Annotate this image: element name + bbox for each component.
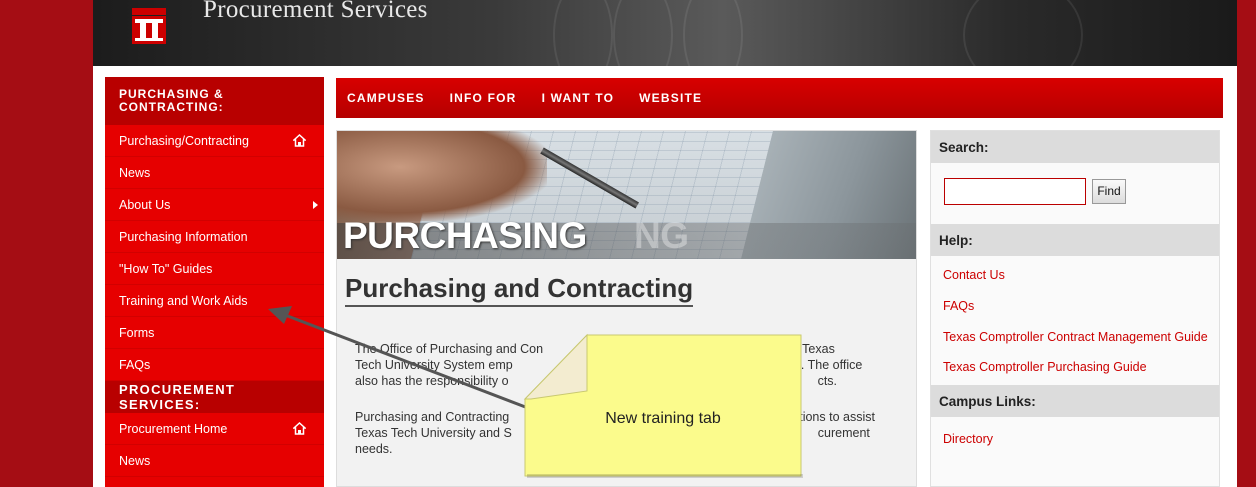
top-nav: CAMPUSES INFO FOR I WANT TO WEBSITE	[336, 78, 1223, 118]
help-link-faqs[interactable]: FAQs	[931, 298, 1219, 315]
campus-link-directory[interactable]: Directory	[931, 431, 1219, 448]
nav-website[interactable]: WEBSITE	[639, 91, 702, 105]
campus-links-heading: Campus Links:	[931, 385, 1219, 417]
double-t-logo-icon[interactable]	[131, 8, 167, 46]
sidebar-item-purchasing-information[interactable]: Purchasing Information	[105, 221, 324, 253]
nav-campuses[interactable]: CAMPUSES	[347, 91, 425, 105]
find-button[interactable]: Find	[1092, 178, 1126, 204]
sidebar-item-faqs[interactable]: FAQs	[105, 349, 324, 381]
nav-i-want-to[interactable]: I WANT TO	[542, 91, 615, 105]
arrow-right-icon	[313, 201, 318, 209]
search-heading: Search:	[931, 131, 1219, 163]
sidebar-item-forms[interactable]: Forms	[105, 317, 324, 349]
page-title: Purchasing and Contracting	[345, 273, 694, 307]
banner-word: PURCHASING	[343, 215, 587, 256]
banner-ghost-word: NG	[634, 215, 689, 256]
help-link-contact-us[interactable]: Contact Us	[931, 267, 1219, 284]
sidebar-item-news[interactable]: News	[105, 157, 324, 189]
site-header: Procurement Services	[93, 0, 1237, 66]
right-sidebar: Search: Find Help: Contact Us FAQs Texas…	[930, 130, 1220, 487]
home-icon	[293, 134, 306, 147]
callout-text: New training tab	[605, 410, 721, 427]
sidebar-section-title: PURCHASING & CONTRACTING:	[105, 77, 324, 125]
help-link-purchasing-guide[interactable]: Texas Comptroller Purchasing Guide	[931, 359, 1219, 376]
sidebar-item-about-us[interactable]: About Us	[105, 189, 324, 221]
sidebar-item-how-to-guides[interactable]: "How To" Guides	[105, 253, 324, 285]
sidebar-section-title: PROCUREMENT SERVICES:	[105, 381, 324, 413]
site-title[interactable]: Procurement Services	[203, 0, 428, 24]
sidebar-item-news-2[interactable]: News	[105, 445, 324, 477]
home-icon	[293, 422, 306, 435]
help-link-contract-management[interactable]: Texas Comptroller Contract Management Gu…	[931, 329, 1219, 346]
help-heading: Help:	[931, 224, 1219, 256]
sidebar-item-procurement-home[interactable]: Procurement Home	[105, 413, 324, 445]
search-form: Find	[944, 177, 1219, 205]
callout-note	[523, 333, 803, 478]
nav-info-for[interactable]: INFO FOR	[450, 91, 517, 105]
sidebar-item-purchasing-contracting[interactable]: Purchasing/Contracting	[105, 125, 324, 157]
banner-image: PURCHASING NG	[337, 131, 916, 259]
search-input[interactable]	[944, 177, 1086, 205]
sidebar-item-training-work-aids[interactable]: Training and Work Aids	[105, 285, 324, 317]
left-sidebar: PURCHASING & CONTRACTING: Purchasing/Con…	[105, 77, 324, 487]
